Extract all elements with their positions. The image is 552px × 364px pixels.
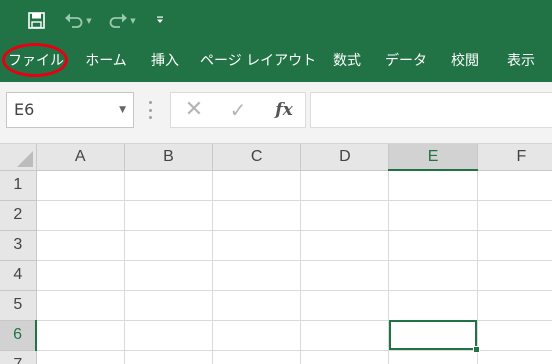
cell-a3[interactable] [36,230,125,261]
cell-c1[interactable] [212,170,302,201]
cell-b1[interactable] [124,170,214,201]
table-row: 3 [0,230,552,261]
cell-a7[interactable] [36,350,125,364]
cell-a4[interactable] [36,260,125,291]
customize-qat-button[interactable] [150,8,170,32]
cell-f7[interactable] [477,350,552,364]
cell-c5[interactable] [212,290,302,321]
select-all-button[interactable] [0,144,37,171]
chevron-down-icon: ▼ [86,17,92,25]
cell-c6[interactable] [212,320,302,351]
row-header-2[interactable]: 2 [0,200,37,231]
name-box-value: E6 [14,100,35,119]
cell-d2[interactable] [300,200,390,231]
cell-f3[interactable] [477,230,552,261]
tab-review[interactable]: 校閲 [440,40,490,82]
cell-e3[interactable] [388,230,478,261]
cell-b6[interactable] [124,320,214,351]
cell-a1[interactable] [36,170,125,201]
cancel-icon[interactable]: ✕ [179,93,209,127]
tab-home[interactable]: ホーム [76,40,136,82]
row-header-3[interactable]: 3 [0,230,37,261]
column-header-e[interactable]: E [388,144,478,171]
row-header-1[interactable]: 1 [0,170,37,201]
cell-e4[interactable] [388,260,478,291]
fill-handle[interactable] [472,345,480,353]
cell-d3[interactable] [300,230,390,261]
column-header-c[interactable]: C [212,144,302,171]
cell-b3[interactable] [124,230,214,261]
cell-f6[interactable] [477,320,552,351]
tab-file[interactable]: ファイル [8,40,64,82]
tab-formulas[interactable]: 数式 [322,40,372,82]
table-row: 1 [0,170,552,201]
row-header-6[interactable]: 6 [0,320,38,351]
cell-b2[interactable] [124,200,214,231]
cell-c7[interactable] [212,350,302,364]
formula-input[interactable] [310,92,552,128]
cell-c3[interactable] [212,230,302,261]
cell-e7[interactable] [388,350,478,364]
column-header-row: A B C D E F [0,144,552,171]
worksheet-grid: A B C D E F 1 2 3 4 5 6 [0,144,552,364]
cell-e1[interactable] [388,170,478,201]
formula-bar-resize-handle[interactable] [148,101,152,119]
cell-c2[interactable] [212,200,302,231]
cell-d4[interactable] [300,260,390,291]
cell-b7[interactable] [124,350,214,364]
enter-check-icon[interactable]: ✓ [223,93,253,127]
column-header-f[interactable]: F [477,144,552,171]
table-row: 5 [0,290,552,321]
redo-icon [109,13,128,28]
save-icon [27,11,45,29]
cell-d7[interactable] [300,350,390,364]
row-header-4[interactable]: 4 [0,260,37,291]
column-header-d[interactable]: D [300,144,390,171]
ribbon-tab-bar: ファイル ホーム 挿入 ページ レイアウト 数式 データ 校閲 表示 [0,40,552,82]
formula-bar: E6 ▼ ✕ ✓ fx [0,82,552,144]
save-button[interactable] [24,8,48,32]
cell-b4[interactable] [124,260,214,291]
cell-f1[interactable] [477,170,552,201]
title-bar: ▼ ▼ [0,0,552,40]
row-header-5[interactable]: 5 [0,290,37,321]
column-header-b[interactable]: B [124,144,214,171]
name-box[interactable]: E6 ▼ [6,92,134,128]
cell-c4[interactable] [212,260,302,291]
table-row: 2 [0,200,552,231]
row-header-7[interactable]: 7 [0,350,37,364]
tab-page-layout[interactable]: ページ レイアウト [200,40,316,82]
cell-f2[interactable] [477,200,552,231]
tab-insert[interactable]: 挿入 [140,40,190,82]
selected-cell-e6[interactable] [388,320,480,353]
cell-e2[interactable] [388,200,478,231]
cell-f4[interactable] [477,260,552,291]
cell-e5[interactable] [388,290,478,321]
tab-data[interactable]: データ [378,40,434,82]
undo-icon [65,13,83,28]
cell-d6[interactable] [300,320,390,351]
cell-a6[interactable] [36,320,125,351]
cell-b5[interactable] [124,290,214,321]
insert-function-button[interactable]: fx [269,93,299,127]
cell-a2[interactable] [36,200,125,231]
cell-d1[interactable] [300,170,390,201]
cell-d5[interactable] [300,290,390,321]
table-row: 6 [0,320,552,353]
chevron-down-icon[interactable]: ▼ [119,93,126,127]
column-header-a[interactable]: A [36,144,125,171]
tab-view[interactable]: 表示 [496,40,546,82]
cell-f5[interactable] [477,290,552,321]
formula-bar-buttons: ✕ ✓ fx [170,92,306,128]
table-row: 4 [0,260,552,291]
chevron-down-icon: ▼ [130,17,136,25]
select-all-icon [16,150,33,167]
customize-qat-icon [157,16,163,23]
table-row: 7 [0,350,552,364]
redo-button[interactable]: ▼ [104,8,140,32]
cell-a5[interactable] [36,290,125,321]
undo-button[interactable]: ▼ [60,8,96,32]
